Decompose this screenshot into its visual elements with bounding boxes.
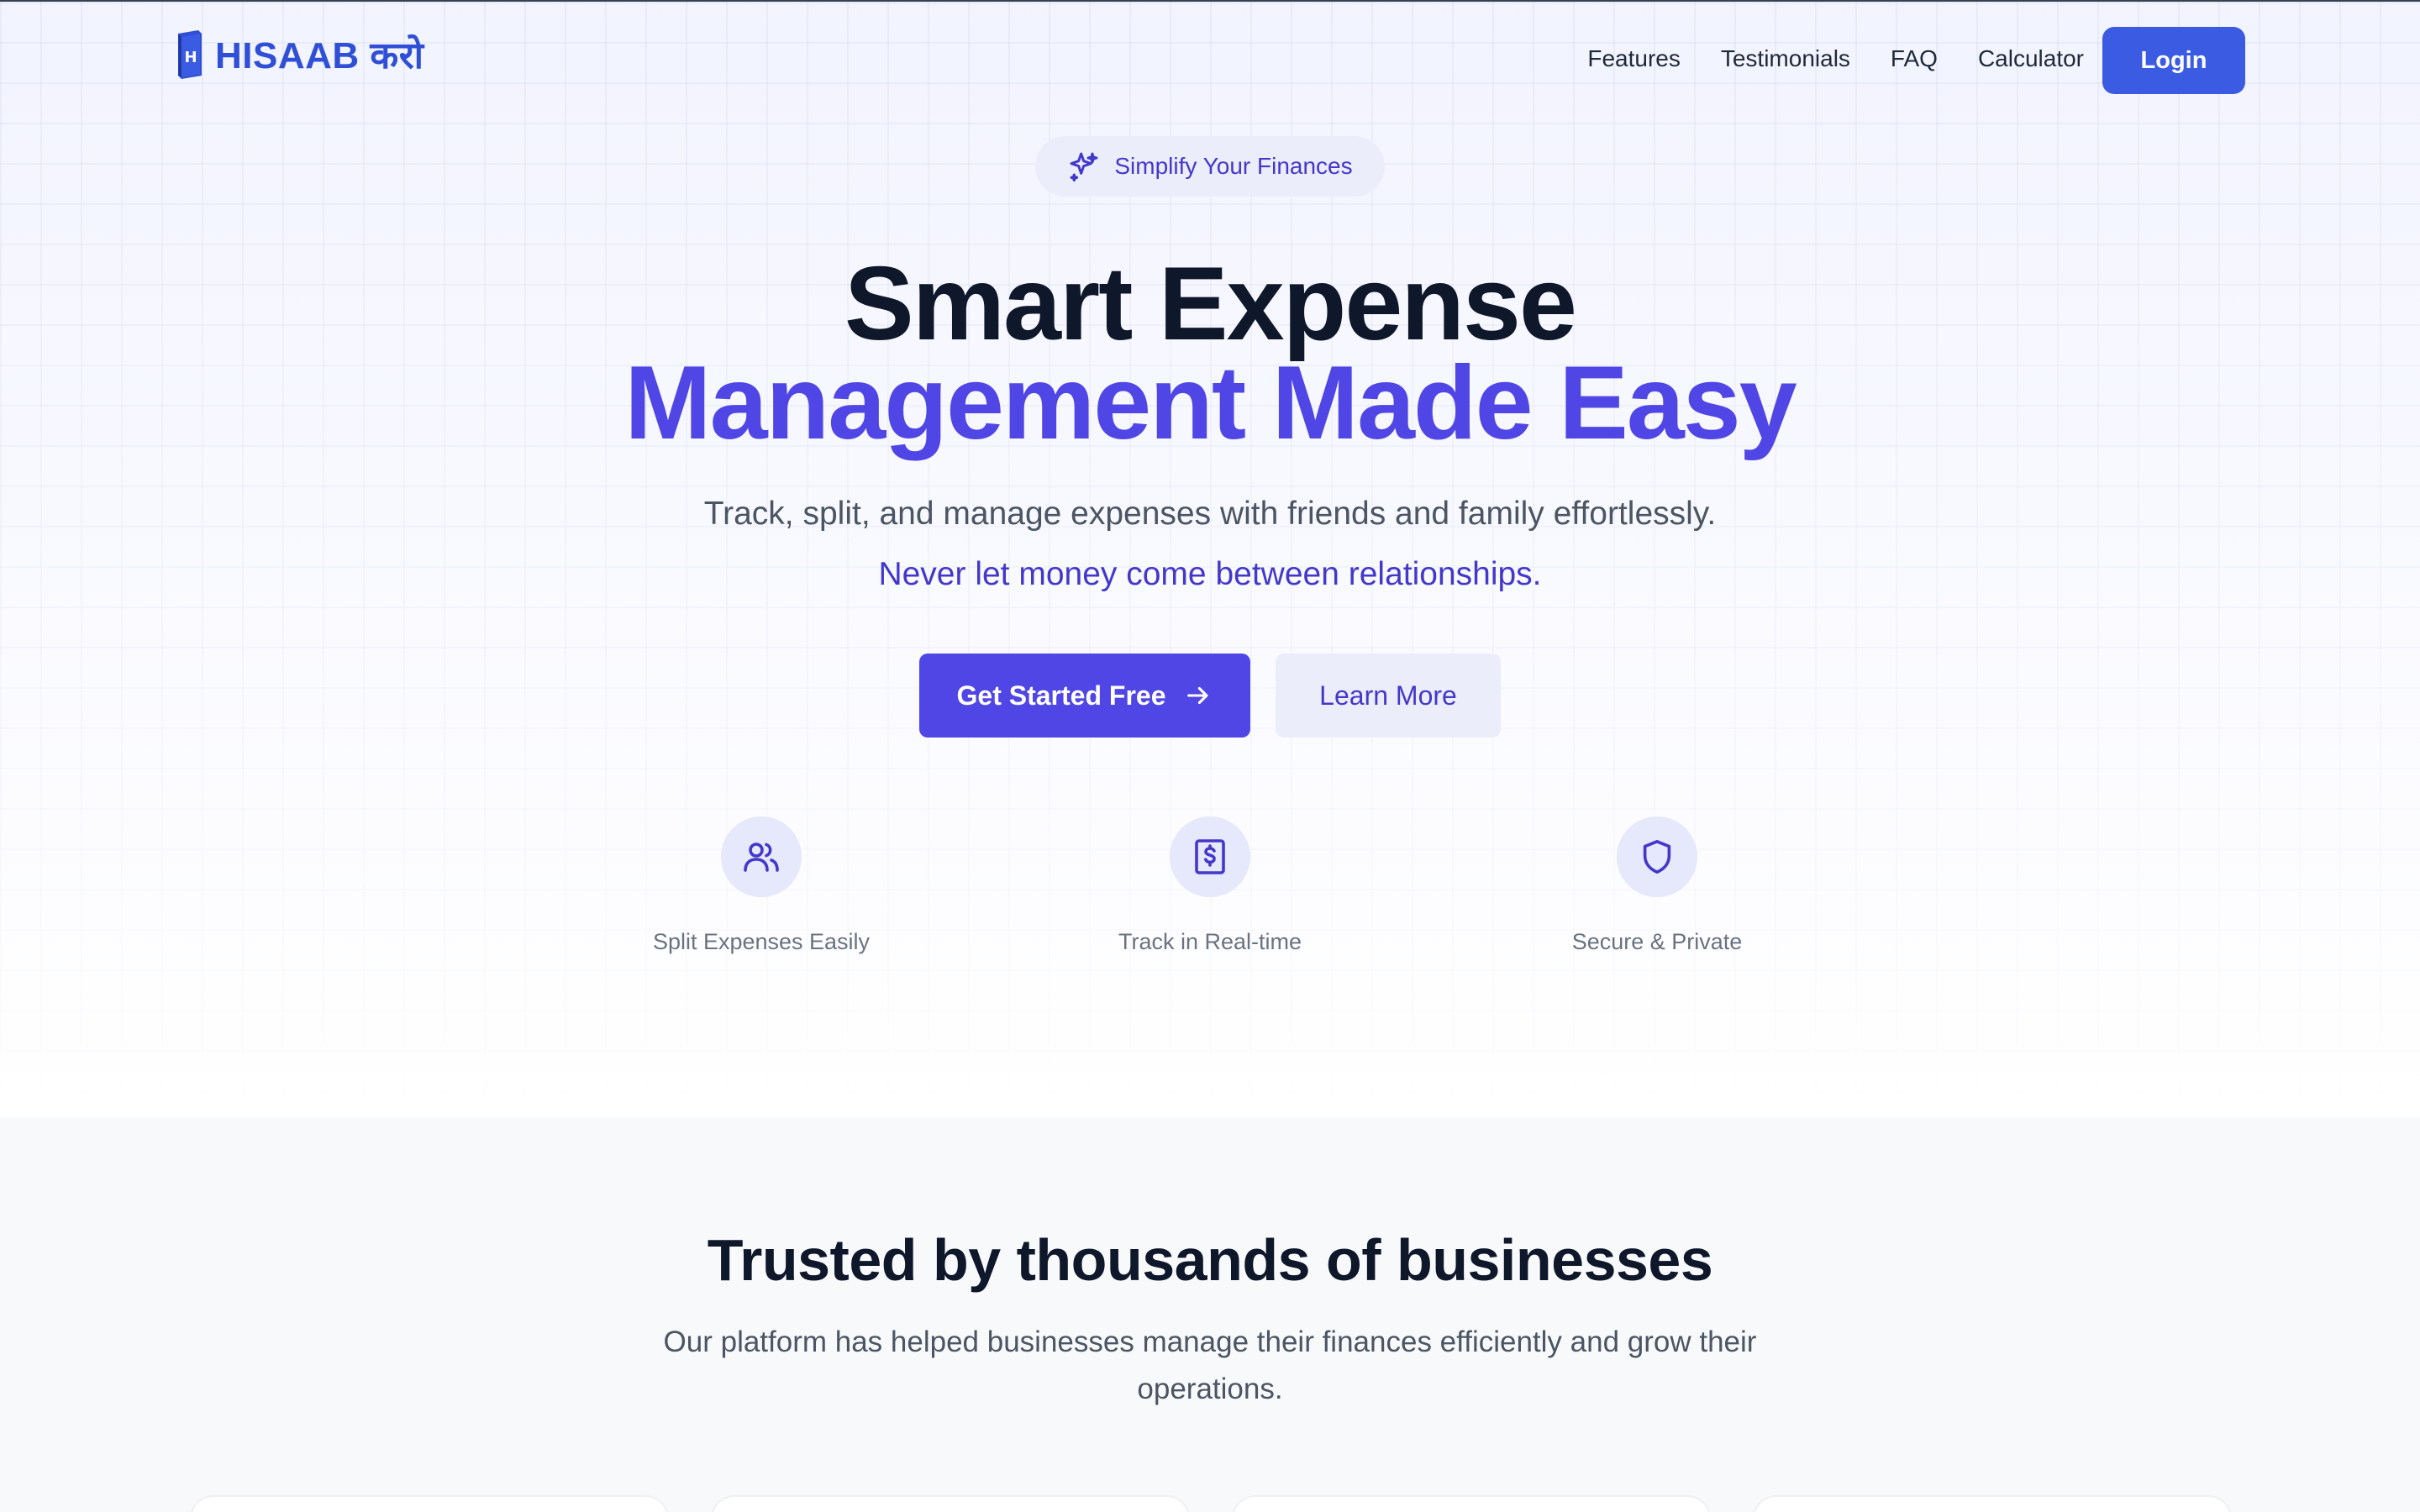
svg-text:H: H	[184, 49, 197, 66]
get-started-label: Get Started Free	[956, 680, 1166, 711]
badge-text: Simplify Your Finances	[1114, 153, 1353, 179]
learn-more-button[interactable]: Learn More	[1276, 654, 1501, 738]
nav-link-calculator[interactable]: Calculator	[1978, 45, 2084, 72]
stat-card	[1232, 1495, 1711, 1512]
brand-name: HISAAB करो	[215, 35, 424, 76]
feature-split-expenses: Split Expenses Easily	[593, 816, 929, 955]
login-button[interactable]: Login	[2102, 27, 2245, 94]
feature-label: Split Expenses Easily	[652, 929, 871, 954]
stat-card	[711, 1495, 1190, 1512]
get-started-button[interactable]: Get Started Free	[919, 654, 1250, 738]
trusted-section: Trusted by thousands of businesses Our p…	[0, 1117, 2420, 1512]
feature-icon-circle	[1170, 816, 1250, 897]
nav-link-faq[interactable]: FAQ	[1891, 45, 1938, 72]
stat-card	[1753, 1495, 2232, 1512]
trusted-heading: Trusted by thousands of businesses	[707, 1227, 1713, 1293]
feature-label: Secure & Private	[1571, 929, 1743, 954]
hero-subtitle: Track, split, and manage expenses with f…	[703, 496, 1717, 532]
feature-icon-circle	[721, 816, 802, 897]
feature-label: Track in Real-time	[1118, 929, 1302, 954]
badge-pill: Simplify Your Finances	[1035, 136, 1385, 197]
nav-link-features[interactable]: Features	[1587, 45, 1681, 72]
receipt-dollar-icon	[1195, 839, 1225, 874]
hero-title-line2: Management Made Easy	[624, 345, 1797, 461]
feature-secure-private: Secure & Private	[1489, 816, 1825, 955]
feature-icon-circle	[1617, 816, 1697, 897]
sparkles-icon	[1070, 152, 1098, 182]
book-logo-icon: H	[178, 30, 202, 79]
feature-track-realtime: Track in Real-time	[1042, 816, 1378, 955]
nav-links: Features Testimonials FAQ Calculator	[1587, 45, 2084, 72]
nav-link-testimonials[interactable]: Testimonials	[1721, 45, 1850, 72]
users-icon	[744, 843, 779, 872]
stat-card	[190, 1495, 669, 1512]
hero-tagline: Never let money come between relationshi…	[878, 556, 1542, 592]
arrow-right-icon	[1187, 686, 1208, 705]
shield-icon	[1643, 839, 1671, 874]
top-navigation: H HISAAB करो Features Testimonials FAQ C…	[0, 2, 2420, 119]
hero-section: H HISAAB करो Features Testimonials FAQ C…	[0, 2, 2420, 1117]
brand-logo[interactable]: H HISAAB करो	[173, 27, 424, 81]
trusted-description: Our platform has helped businesses manag…	[663, 1326, 1757, 1405]
